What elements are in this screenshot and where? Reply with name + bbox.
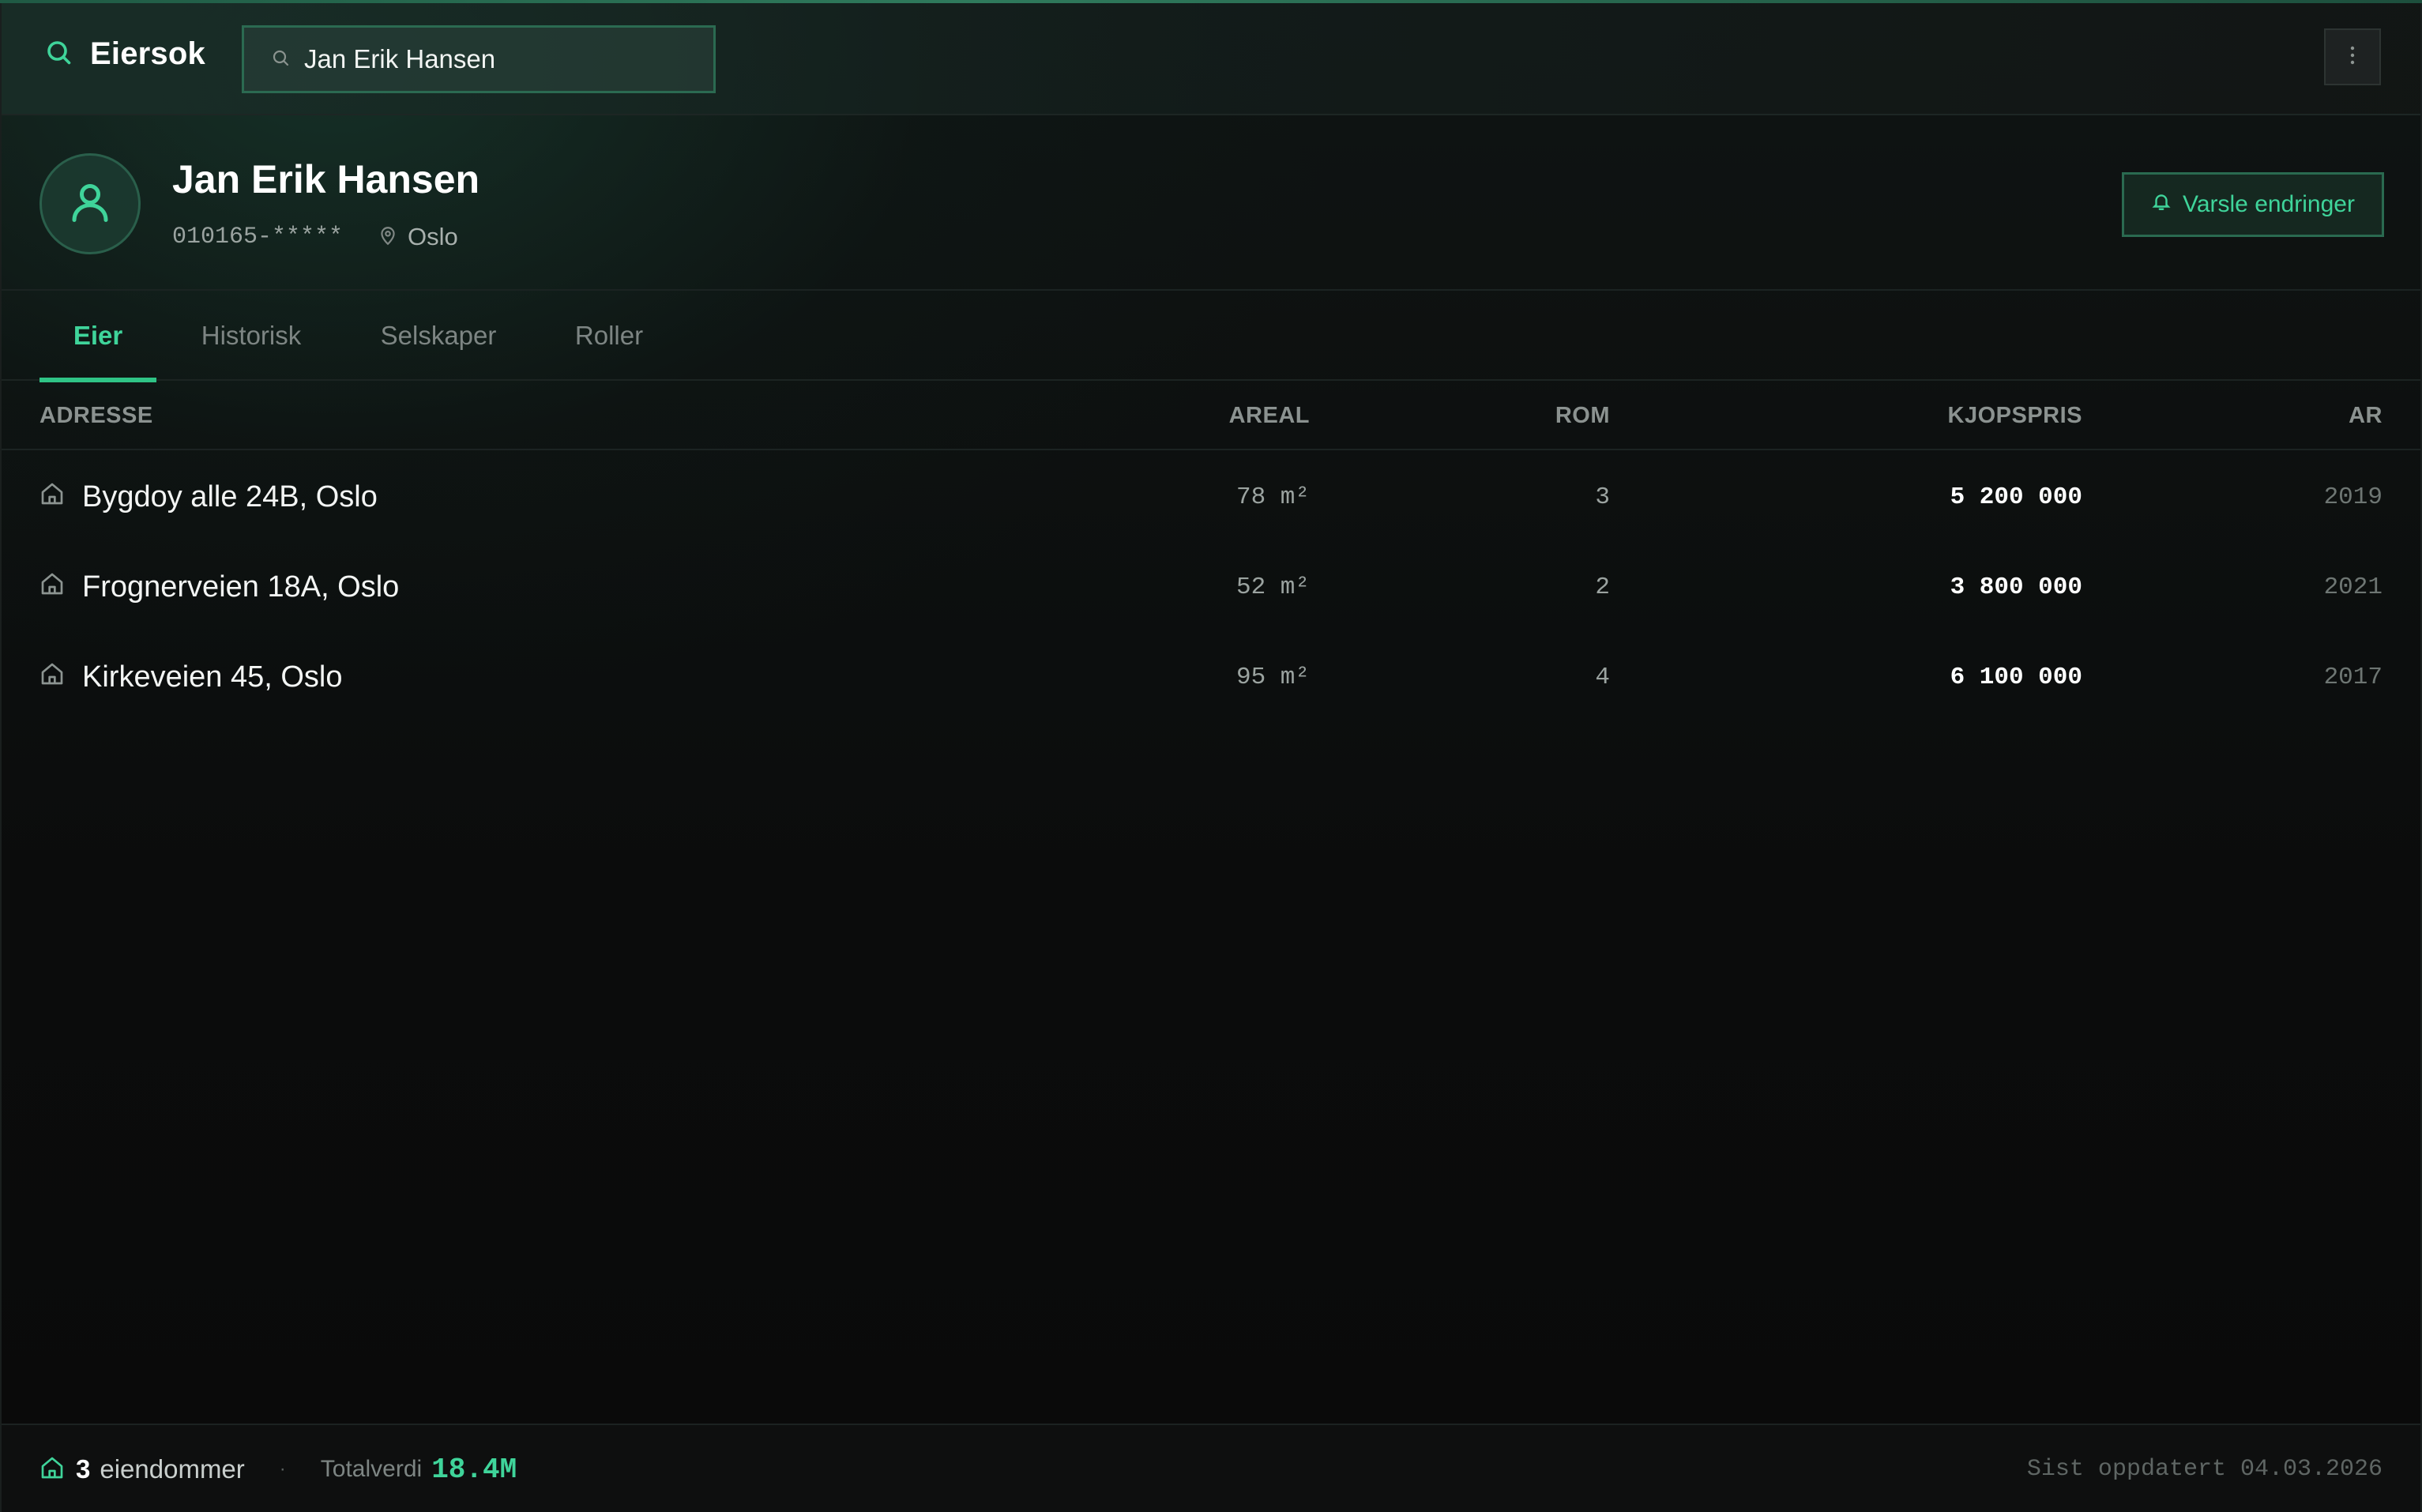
bell-icon [2151,190,2172,219]
rooms-cell: 3 [1595,483,1610,511]
app-window: Eiersok Jan Erik Hansen 010165-***** [0,0,2422,1512]
more-menu-button[interactable] [2324,28,2381,85]
address-text: Frognerveien 18A, Oslo [82,570,400,604]
home-icon [39,480,65,514]
profile-header: Jan Erik Hansen 010165-***** Oslo Varsle… [2,115,2420,291]
price-cell: 5 200 000 [1950,483,2082,511]
home-icon [39,660,65,694]
tab-historisk[interactable]: Historisk [183,291,319,381]
total-value: 18.4M [431,1453,517,1486]
more-vertical-icon [2349,44,2356,70]
column-header-rooms[interactable]: ROM [1555,403,1610,429]
table-row[interactable]: Bygdoy alle 24B, Oslo 78 m² 3 5 200 000 … [2,452,2420,542]
address-text: Kirkeveien 45, Oslo [82,660,343,694]
column-header-price[interactable]: KJOPSPRIS [1948,403,2083,429]
column-header-year[interactable]: AR [2349,403,2383,429]
area-cell: 78 m² [1235,483,1310,511]
app-title: Eiersok [90,36,205,71]
profile-meta: 010165-***** Oslo [172,223,458,251]
tab-bar: Eier Historisk Selskaper Roller [2,291,2420,382]
property-count-label: eiendommer [100,1454,245,1484]
search-icon [44,38,73,70]
status-bar: 3 eiendommer · Totalverdi 18.4M Sist opp… [2,1424,2420,1512]
year-cell: 2021 [2323,573,2383,601]
footer-summary: 3 eiendommer · Totalverdi 18.4M [39,1425,517,1512]
price-cell: 6 100 000 [1950,663,2082,691]
separator: · [279,1458,286,1480]
column-header-address[interactable]: ADRESSE [39,403,153,429]
tab-label: Selskaper [380,321,497,350]
top-bar: Eiersok [2,0,2420,115]
address-cell: Bygdoy alle 24B, Oslo [39,452,378,542]
tab-label: Eier [73,321,123,350]
table-header: ADRESSE AREAL ROM KJOPSPRIS AR [2,381,2420,450]
address-text: Bygdoy alle 24B, Oslo [82,480,378,513]
area-cell: 52 m² [1235,573,1310,601]
year-cell: 2017 [2323,663,2383,691]
avatar [39,153,141,254]
search-box[interactable] [242,25,716,93]
profile-name: Jan Erik Hansen [172,157,480,201]
notify-changes-button[interactable]: Varsle endringer [2122,172,2384,237]
tab-selskaper[interactable]: Selskaper [363,291,513,381]
tab-label: Roller [574,321,644,350]
location-text: Oslo [408,223,458,250]
table-row[interactable]: Kirkeveien 45, Oslo 95 m² 4 6 100 000 20… [2,632,2420,722]
notify-label: Varsle endringer [2183,191,2355,217]
tab-roller[interactable]: Roller [556,291,662,381]
rooms-cell: 2 [1595,573,1610,601]
price-cell: 3 800 000 [1950,573,2082,601]
table-row[interactable]: Frognerveien 18A, Oslo 52 m² 2 3 800 000… [2,542,2420,632]
home-icon [39,570,65,604]
brand[interactable]: Eiersok [44,36,205,72]
area-cell: 95 m² [1235,663,1310,691]
last-updated: Sist oppdatert 04.03.2026 [2026,1456,2383,1483]
location: Oslo [378,223,458,251]
rooms-cell: 4 [1595,663,1610,691]
column-header-area[interactable]: AREAL [1229,403,1310,429]
user-icon [66,179,114,230]
property-count: 3 [76,1454,91,1484]
year-cell: 2019 [2323,483,2383,511]
tab-label: Historisk [201,321,302,350]
address-cell: Frognerveien 18A, Oslo [39,542,399,632]
address-cell: Kirkeveien 45, Oslo [39,632,343,722]
tab-eier[interactable]: Eier [39,291,156,382]
total-value-label: Totalverdi [320,1456,423,1482]
search-icon [271,48,290,71]
search-input[interactable] [304,44,699,74]
home-icon [39,1455,65,1484]
person-id: 010165-***** [172,224,344,250]
location-pin-icon [378,224,398,250]
